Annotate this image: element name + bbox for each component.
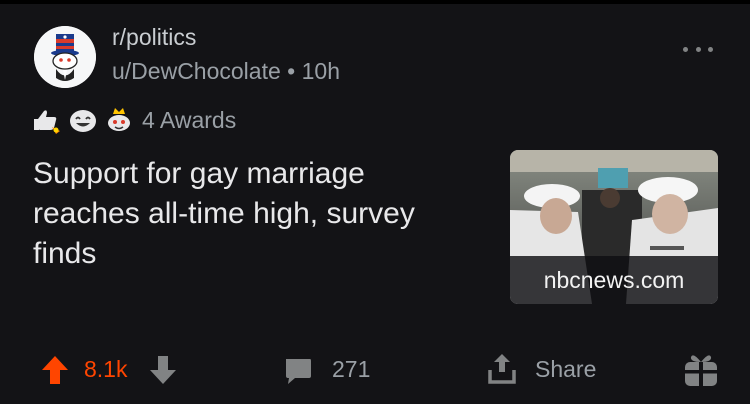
thumbs-up-rocket-award-icon bbox=[34, 110, 60, 134]
subreddit-avatar-icon[interactable] bbox=[34, 26, 96, 88]
link-domain: nbcnews.com bbox=[510, 256, 718, 304]
downvote-arrow-icon[interactable] bbox=[148, 354, 178, 386]
upvote-arrow-icon[interactable] bbox=[40, 354, 70, 386]
meta-separator: • bbox=[287, 58, 296, 84]
subreddit-name[interactable]: r/politics bbox=[112, 24, 196, 51]
laughing-face-award-icon bbox=[70, 110, 96, 132]
comment-bubble-icon[interactable] bbox=[283, 356, 313, 386]
crowned-snoo-award-icon bbox=[108, 108, 130, 131]
post-age: 10h bbox=[301, 58, 340, 84]
post-title[interactable]: Support for gay marriage reaches all-tim… bbox=[33, 154, 473, 274]
post-meta: u/DewChocolate • 10h bbox=[112, 58, 340, 85]
more-options-icon[interactable] bbox=[683, 42, 713, 56]
vote-score: 8.1k bbox=[84, 356, 128, 382]
action-bar: 8.1k 271 Share bbox=[0, 344, 750, 394]
awards-count: 4 Awards bbox=[142, 106, 237, 133]
link-thumbnail[interactable]: nbcnews.com bbox=[510, 150, 718, 304]
awards-row[interactable]: 4 Awards bbox=[32, 104, 236, 136]
gift-award-icon[interactable] bbox=[683, 350, 719, 388]
comment-count[interactable]: 271 bbox=[332, 356, 370, 383]
post-card[interactable]: r/politics u/DewChocolate • 10h 4 Awards… bbox=[0, 4, 750, 404]
author-link[interactable]: u/DewChocolate bbox=[112, 58, 281, 84]
share-icon[interactable] bbox=[486, 352, 518, 386]
share-button[interactable]: Share bbox=[535, 356, 596, 383]
